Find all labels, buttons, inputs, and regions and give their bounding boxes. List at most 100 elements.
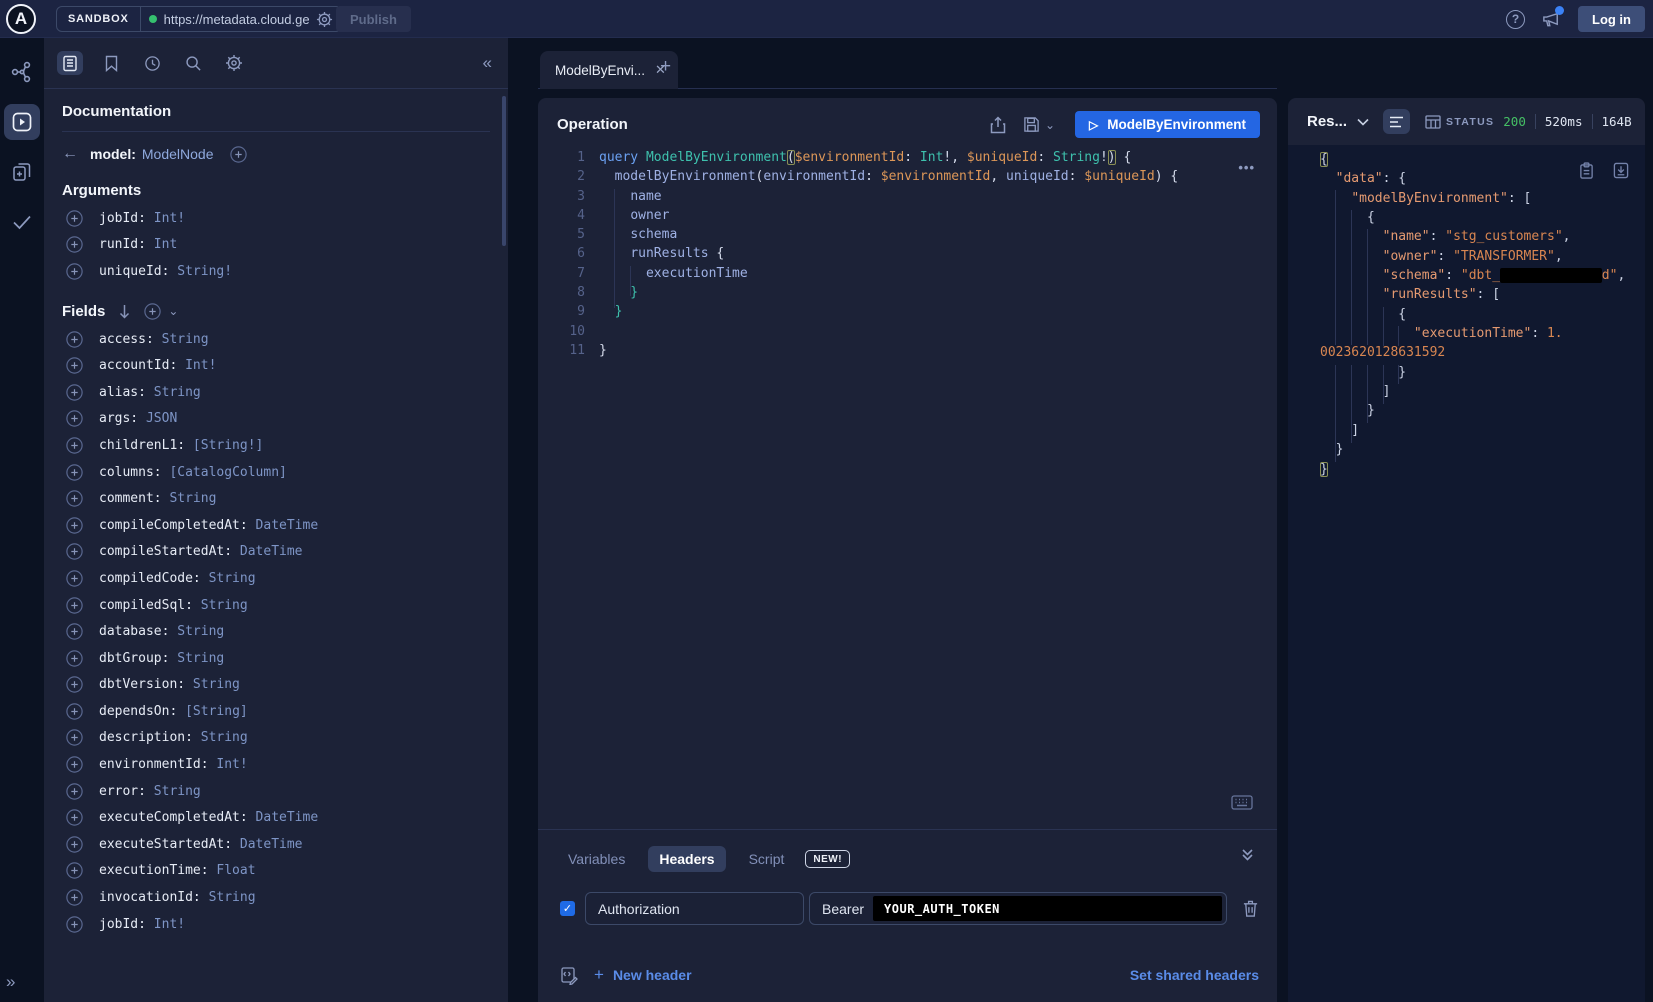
delete-header-icon[interactable] (1242, 899, 1259, 918)
field-name[interactable]: access: (99, 332, 154, 347)
header-value-input[interactable]: Bearer YOUR_AUTH_TOKEN (809, 892, 1227, 925)
tab-variables[interactable]: Variables (557, 846, 636, 872)
add-to-query-icon[interactable] (66, 410, 83, 427)
field-type-link[interactable]: Int! (209, 757, 248, 772)
set-shared-headers-link[interactable]: Set shared headers (1130, 967, 1259, 983)
add-to-query-icon[interactable] (66, 676, 83, 693)
raw-view-toggle-icon[interactable] (1383, 109, 1410, 134)
field-name[interactable]: description: (99, 730, 193, 745)
code-line[interactable]: 1query ModelByEnvironment($environmentId… (538, 150, 1277, 169)
code-line[interactable]: 8 } (538, 285, 1277, 304)
doc-field-row[interactable]: dbtVersion: String (62, 672, 490, 699)
field-name[interactable]: executeCompletedAt: (99, 810, 248, 825)
add-to-query-icon[interactable] (66, 650, 83, 667)
doc-field-row[interactable]: description: String (62, 725, 490, 752)
schema-graph-icon[interactable] (4, 54, 40, 90)
field-name[interactable]: dependsOn: (99, 704, 177, 719)
field-type-link[interactable]: [String!] (185, 438, 263, 453)
add-to-query-icon[interactable] (66, 517, 83, 534)
keyboard-shortcuts-icon[interactable] (1231, 795, 1253, 810)
field-type-link[interactable]: Int (146, 237, 177, 252)
field-name[interactable]: jobId: (99, 917, 146, 932)
environment-variables-icon[interactable] (560, 966, 578, 985)
field-name[interactable]: dbtGroup: (99, 651, 169, 666)
field-type-link[interactable]: String (201, 890, 256, 905)
field-type-link[interactable]: String (193, 730, 248, 745)
field-name[interactable]: runId: (99, 237, 146, 252)
bookmark-icon[interactable] (98, 51, 124, 75)
field-type-link[interactable]: Float (209, 863, 256, 878)
add-fields-icon[interactable] (144, 303, 161, 320)
field-type-link[interactable]: DateTime (248, 810, 318, 825)
field-type-link[interactable]: Int! (177, 358, 216, 373)
collapse-section-icon[interactable] (1240, 848, 1255, 862)
code-line[interactable]: 10 (538, 324, 1277, 343)
sandbox-badge[interactable]: SANDBOX (57, 7, 141, 31)
field-type-link[interactable]: String (201, 571, 256, 586)
field-name[interactable]: uniqueId: (99, 264, 169, 279)
doc-field-row[interactable]: compiledCode: String (62, 565, 490, 592)
field-type-link[interactable]: String (185, 677, 240, 692)
add-to-query-icon[interactable] (66, 729, 83, 746)
add-all-fields-icon[interactable] (230, 146, 247, 163)
field-name[interactable]: dbtVersion: (99, 677, 185, 692)
doc-field-row[interactable]: dbtGroup: String (62, 645, 490, 672)
field-name[interactable]: jobId: (99, 211, 146, 226)
history-icon[interactable] (139, 51, 165, 75)
field-type-link[interactable]: String! (169, 264, 232, 279)
doc-field-row[interactable]: jobId: Int! (62, 911, 490, 938)
add-to-query-icon[interactable] (66, 210, 83, 227)
add-to-query-icon[interactable] (66, 384, 83, 401)
announcements-megaphone-icon[interactable] (1541, 9, 1562, 29)
doc-field-row[interactable]: environmentId: Int! (62, 751, 490, 778)
graphql-editor[interactable]: 1query ModelByEnvironment($environmentId… (538, 150, 1277, 362)
add-to-query-icon[interactable] (66, 357, 83, 374)
new-tab-button[interactable]: + (660, 56, 671, 78)
changelog-diff-icon[interactable] (4, 154, 40, 190)
endpoint-settings-gear-icon[interactable] (316, 11, 333, 28)
doc-field-row[interactable]: compileStartedAt: DateTime (62, 539, 490, 566)
publish-button[interactable]: Publish (336, 6, 411, 32)
field-name[interactable]: compileStartedAt: (99, 544, 232, 559)
field-name[interactable]: executeStartedAt: (99, 837, 232, 852)
response-title-dropdown[interactable]: Res... (1307, 113, 1369, 130)
add-to-query-icon[interactable] (66, 703, 83, 720)
field-name[interactable]: error: (99, 784, 146, 799)
field-type-link[interactable]: String (169, 651, 224, 666)
search-icon[interactable] (180, 51, 206, 75)
doc-argument-row[interactable]: jobId: Int! (62, 205, 490, 232)
code-line[interactable]: 7 executionTime (538, 266, 1277, 285)
field-type-link[interactable]: DateTime (248, 518, 318, 533)
add-to-query-icon[interactable] (66, 809, 83, 826)
field-type-link[interactable]: String (162, 491, 217, 506)
code-line[interactable]: 9 } (538, 304, 1277, 323)
add-to-query-icon[interactable] (66, 331, 83, 348)
doc-field-row[interactable]: access: String (62, 326, 490, 353)
field-name[interactable]: database: (99, 624, 169, 639)
field-type-link[interactable]: String (146, 784, 201, 799)
copy-response-icon[interactable] (1579, 162, 1594, 180)
checks-icon[interactable] (4, 204, 40, 240)
field-type-link[interactable]: String (193, 598, 248, 613)
doc-field-row[interactable]: executeStartedAt: DateTime (62, 831, 490, 858)
save-operation-group[interactable]: ⌄ (1023, 116, 1055, 133)
code-line[interactable]: 4 owner (538, 208, 1277, 227)
new-header-button[interactable]: + New header (594, 965, 692, 985)
add-to-query-icon[interactable] (66, 623, 83, 640)
code-line[interactable]: 3 name (538, 189, 1277, 208)
code-line[interactable]: 6 runResults { (538, 246, 1277, 265)
field-name[interactable]: invocationId: (99, 890, 201, 905)
save-options-chevron-icon[interactable]: ⌄ (1045, 118, 1055, 132)
code-line[interactable]: 2 modelByEnvironment(environmentId: $env… (538, 169, 1277, 188)
download-response-icon[interactable] (1613, 162, 1629, 180)
add-to-query-icon[interactable] (66, 916, 83, 933)
field-type-link[interactable]: [CatalogColumn] (162, 465, 287, 480)
doc-field-row[interactable]: accountId: Int! (62, 352, 490, 379)
endpoint-url[interactable]: https://metadata.cloud.get (164, 12, 309, 27)
field-name[interactable]: environmentId: (99, 757, 209, 772)
field-name[interactable]: childrenL1: (99, 438, 185, 453)
add-to-query-icon[interactable] (66, 490, 83, 507)
field-name[interactable]: args: (99, 411, 138, 426)
sort-fields-icon[interactable] (118, 304, 131, 319)
doc-field-row[interactable]: comment: String (62, 485, 490, 512)
